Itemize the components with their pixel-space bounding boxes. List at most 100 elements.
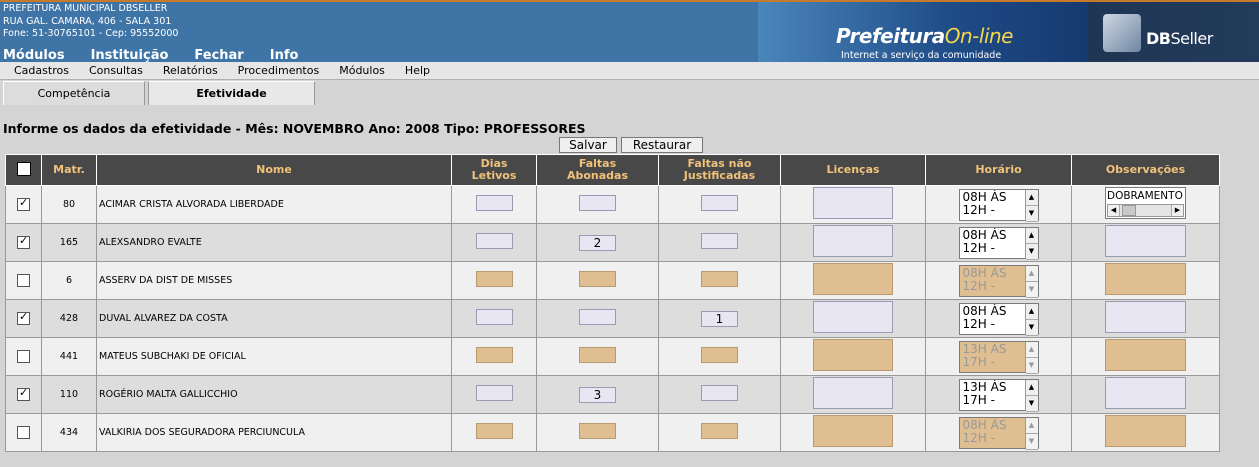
dias-letivos-input[interactable] — [475, 233, 513, 249]
row-select-cell — [5, 185, 42, 224]
scroll-up-icon[interactable]: ▲ — [1025, 265, 1038, 282]
scroll-down-icon[interactable]: ▼ — [1025, 357, 1038, 374]
dias-letivos-input[interactable] — [475, 309, 513, 325]
row-checkbox[interactable] — [17, 196, 30, 211]
col-observacoes: Observações — [1071, 154, 1220, 186]
dias-letivos-input[interactable] — [475, 195, 513, 211]
observacoes-field — [1105, 339, 1186, 371]
observacoes-field[interactable] — [1105, 377, 1186, 409]
observacoes-field[interactable] — [1105, 301, 1186, 333]
table-row: 6 ASSERV DA DIST DE MISSES 08H ÀS 12H - ▲ ▼ — [5, 261, 1220, 300]
scroll-thumb[interactable] — [1122, 205, 1136, 216]
menu-procedimentos[interactable]: Procedimentos — [238, 64, 320, 77]
scroll-down-icon[interactable]: ▼ — [1025, 281, 1038, 298]
col-dias-line2: Letivos — [471, 169, 517, 182]
horario-cell: 08H ÀS 12H - ▲ ▼ — [925, 223, 1072, 262]
main-menu-info[interactable]: Info — [270, 48, 299, 62]
app-header: PREFEITURA MUNICIPAL DBSELLER RUA GAL. C… — [0, 0, 1259, 62]
faltas-nao-justificadas-cell — [658, 261, 781, 300]
dias-letivos-cell — [451, 337, 537, 376]
observacoes-field[interactable] — [1105, 225, 1186, 257]
col-nome: Nome — [96, 154, 452, 186]
scroll-up-icon[interactable]: ▲ — [1025, 189, 1038, 206]
main-menu-fechar[interactable]: Fechar — [194, 48, 243, 62]
scroll-up-icon[interactable]: ▲ — [1025, 417, 1038, 434]
scroll-down-icon[interactable]: ▼ — [1025, 243, 1038, 260]
horario-list[interactable]: 13H ÀS 17H - ▲ ▼ — [958, 378, 1039, 412]
col-fnj-line2: Justificadas — [683, 169, 756, 182]
faltas-nao-justificadas-input — [701, 423, 738, 439]
faltas-abonadas-cell: 3 — [536, 375, 659, 414]
horario-cell: 08H ÀS 12H - ▲ ▼ — [925, 413, 1072, 452]
row-checkbox[interactable] — [17, 310, 30, 325]
faltas-nao-justificadas-input — [701, 271, 738, 287]
table-row: 80ACIMAR CRISTA ALVORADA LIBERDADE 08H ÀS… — [5, 185, 1220, 224]
tab-competencia[interactable]: Competência — [3, 81, 145, 105]
tab-efetividade[interactable]: Efetividade — [148, 81, 315, 105]
scroll-left-icon[interactable]: ◀ — [1108, 205, 1120, 216]
scroll-down-icon[interactable]: ▼ — [1025, 395, 1038, 412]
dias-letivos-input — [475, 423, 513, 439]
menu-relatorios[interactable]: Relatórios — [163, 64, 218, 77]
horario-list[interactable]: 08H ÀS 12H - ▲ ▼ — [958, 188, 1039, 222]
licencas-cell — [780, 261, 926, 300]
observacoes-scrollbar[interactable]: ◀ ▶ — [1107, 204, 1184, 217]
faltas-abonadas-input[interactable]: 2 — [579, 234, 616, 251]
faltas-abonadas-cell — [536, 261, 659, 300]
dbseller-logo-icon — [1103, 14, 1141, 52]
dias-letivos-input[interactable] — [475, 385, 513, 401]
faltas-nao-justificadas-input[interactable] — [701, 233, 738, 249]
row-checkbox[interactable] — [17, 274, 30, 287]
scroll-right-icon[interactable]: ▶ — [1171, 205, 1183, 216]
observacoes-cell — [1071, 375, 1220, 414]
row-checkbox[interactable] — [17, 234, 30, 249]
dias-letivos-cell — [451, 223, 537, 262]
row-select-cell — [5, 261, 42, 300]
scroll-up-icon[interactable]: ▲ — [1025, 227, 1038, 244]
efetividade-table: Matr. Nome Dias Letivos Faltas Abonadas Fa… — [5, 154, 1220, 452]
row-select-cell — [5, 337, 42, 376]
main-menu-instituicao[interactable]: Instituição — [91, 48, 169, 62]
faltas-abonadas-input[interactable] — [579, 195, 616, 211]
scroll-down-icon[interactable]: ▼ — [1025, 319, 1038, 336]
row-checkbox[interactable] — [17, 386, 30, 401]
menu-help[interactable]: Help — [405, 64, 430, 77]
menu-modulos[interactable]: Módulos — [339, 64, 385, 77]
scroll-down-icon[interactable]: ▼ — [1025, 433, 1038, 450]
menu-cadastros[interactable]: Cadastros — [14, 64, 69, 77]
licencas-cell — [780, 299, 926, 338]
col-horario: Horário — [925, 154, 1072, 186]
faltas-nao-justificadas-input[interactable]: 1 — [701, 310, 738, 327]
horario-list[interactable]: 08H ÀS 12H - ▲ ▼ — [958, 226, 1039, 260]
select-all-checkbox[interactable] — [16, 161, 31, 176]
save-button[interactable]: Salvar — [559, 137, 617, 153]
faltas-nao-justificadas-cell — [658, 375, 781, 414]
faltas-nao-justificadas-input[interactable] — [701, 385, 738, 401]
scroll-up-icon[interactable]: ▲ — [1025, 303, 1038, 320]
observacoes-field[interactable]: DOBRAMENTO ◀ ▶ — [1105, 187, 1186, 219]
faltas-nao-justificadas-input[interactable] — [701, 195, 738, 211]
horario-line1: 13H ÀS — [962, 341, 1007, 356]
scroll-up-icon[interactable]: ▲ — [1025, 341, 1038, 358]
menu-consultas[interactable]: Consultas — [89, 64, 143, 77]
licencas-field[interactable] — [813, 377, 893, 409]
matr-cell: 110 — [41, 375, 97, 414]
matr-cell: 441 — [41, 337, 97, 376]
observacoes-cell — [1071, 337, 1220, 376]
licencas-field[interactable] — [813, 301, 893, 333]
scroll-down-icon[interactable]: ▼ — [1025, 205, 1038, 222]
faltas-nao-justificadas-input — [701, 347, 738, 363]
faltas-abonadas-input[interactable] — [579, 309, 616, 325]
matr-cell: 165 — [41, 223, 97, 262]
licencas-field[interactable] — [813, 187, 893, 219]
restore-button[interactable]: Restaurar — [621, 137, 703, 153]
dias-letivos-cell — [451, 261, 537, 300]
scroll-up-icon[interactable]: ▲ — [1025, 379, 1038, 396]
main-menu-modulos[interactable]: Módulos — [3, 48, 65, 62]
licencas-field[interactable] — [813, 225, 893, 257]
row-checkbox[interactable] — [17, 426, 30, 439]
faltas-abonadas-input[interactable]: 3 — [579, 386, 616, 403]
row-checkbox[interactable] — [17, 350, 30, 363]
observacoes-cell — [1071, 223, 1220, 262]
horario-list[interactable]: 08H ÀS 12H - ▲ ▼ — [958, 302, 1039, 336]
